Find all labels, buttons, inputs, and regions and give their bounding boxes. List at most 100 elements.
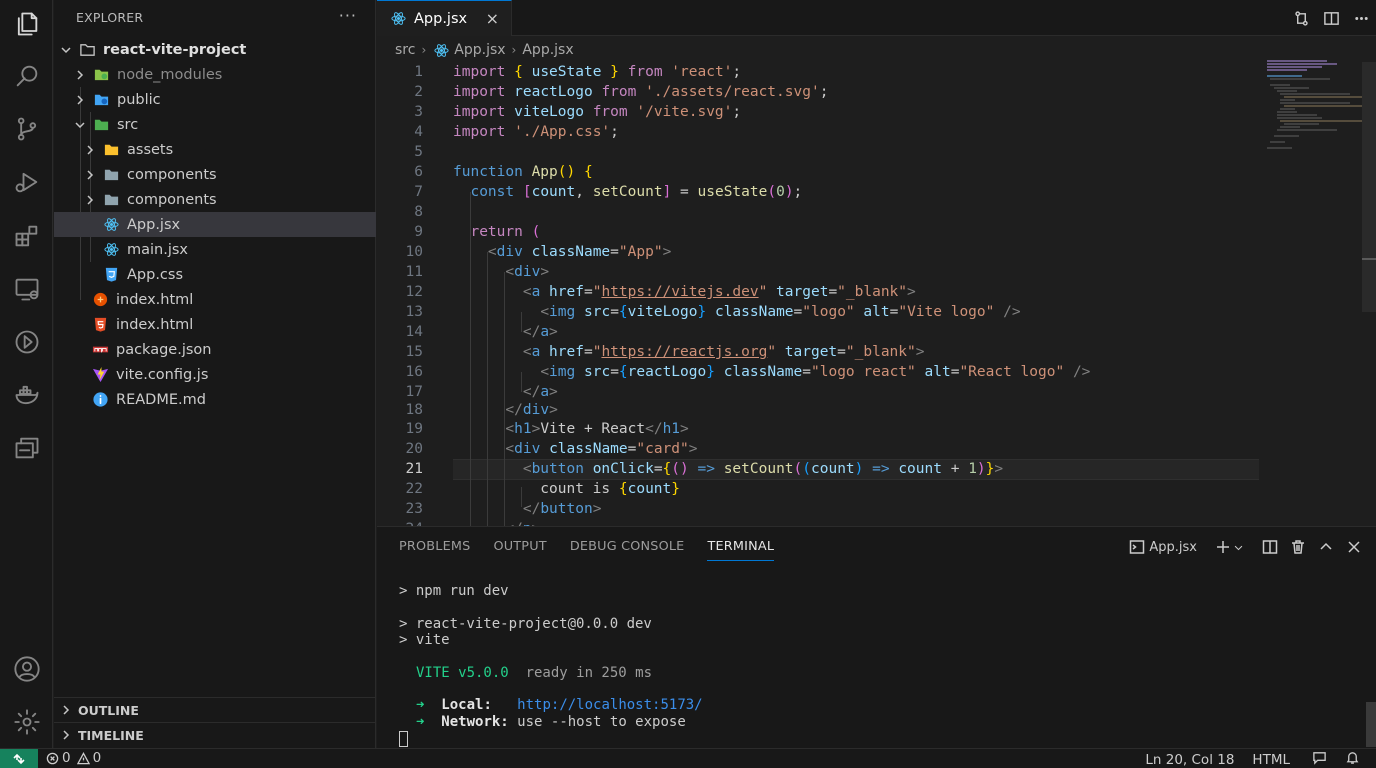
- remote-icon: [13, 753, 25, 765]
- css-icon: [102, 266, 120, 284]
- vite-version: VITE v5.0.0: [416, 665, 509, 681]
- line-number: 10: [405, 244, 423, 260]
- tab-label: App.jsx: [414, 10, 468, 27]
- tree-item-readme[interactable]: README.md: [54, 387, 376, 412]
- error-count: 0: [62, 750, 71, 766]
- split-terminal-icon[interactable]: [1262, 539, 1278, 555]
- breadcrumb-item[interactable]: App.jsx: [522, 42, 573, 58]
- chevron-down-icon[interactable]: [1233, 542, 1244, 553]
- folder-icon: [78, 41, 96, 59]
- remote-indicator[interactable]: [0, 749, 38, 768]
- editor-tab-bar: App.jsx ×: [377, 0, 1376, 36]
- chevron-up-icon[interactable]: [1318, 539, 1334, 555]
- line-number: 23: [405, 501, 423, 517]
- html5-icon: [91, 316, 109, 334]
- terminal-name[interactable]: App.jsx: [1149, 540, 1197, 555]
- editor-scrollbar[interactable]: [1362, 62, 1376, 312]
- tab-terminal[interactable]: TERMINAL: [707, 539, 775, 561]
- arrow-icon: ➜: [416, 714, 425, 730]
- tree-item-assets[interactable]: assets: [54, 137, 376, 162]
- tree-project-root[interactable]: react-vite-project: [54, 37, 376, 62]
- more-actions-icon[interactable]: ···: [339, 6, 357, 25]
- notifications-bell-icon[interactable]: [1345, 750, 1360, 768]
- terminal-cursor: [399, 730, 408, 748]
- npm-icon: [91, 341, 109, 359]
- tree-item-label: components: [127, 191, 217, 208]
- source-control-icon[interactable]: [0, 105, 53, 153]
- tree-item-label: node_modules: [117, 66, 223, 83]
- language-mode[interactable]: HTML: [1252, 752, 1290, 768]
- remote-explorer-icon[interactable]: [0, 265, 53, 313]
- chevron-right-icon: ›: [511, 43, 517, 57]
- terminal-scrollbar[interactable]: [1366, 702, 1376, 747]
- tree-item-index-html[interactable]: index.html: [54, 312, 376, 337]
- line-number: 16: [405, 364, 423, 380]
- line-number: 13: [405, 304, 423, 320]
- chevron-right-icon: [84, 144, 96, 156]
- split-editor-icon[interactable]: [1316, 10, 1346, 27]
- problems-indicator[interactable]: 0 0: [46, 750, 101, 766]
- line-number: 15: [405, 344, 423, 360]
- breadcrumb-item[interactable]: App.jsx: [454, 42, 505, 58]
- tree-item-package-json[interactable]: package.json: [54, 337, 376, 362]
- tree-item-public[interactable]: public: [54, 87, 376, 112]
- tree-item-vite-config[interactable]: vite.config.js: [54, 362, 376, 387]
- tree-item-label: README.md: [116, 391, 206, 408]
- tree-item-label: public: [117, 91, 161, 108]
- run-debug-icon[interactable]: [0, 158, 53, 206]
- chevron-right-icon: [60, 704, 72, 716]
- tree-item-label: App.css: [127, 266, 184, 283]
- tree-item-label: App.jsx: [127, 216, 181, 233]
- react-icon: [102, 216, 120, 234]
- containers-icon[interactable]: [0, 424, 53, 472]
- tab-output[interactable]: OUTPUT: [493, 539, 546, 561]
- tree-item-components[interactable]: components: [54, 162, 376, 187]
- line-number: 19: [405, 421, 423, 437]
- tree-item-components[interactable]: components: [54, 187, 376, 212]
- feedback-icon[interactable]: [1312, 750, 1327, 768]
- settings-gear-icon[interactable]: [0, 698, 53, 746]
- chevron-right-icon: [84, 169, 96, 181]
- timeline-section[interactable]: TIMELINE: [54, 722, 376, 747]
- tree-item-app-css[interactable]: App.css: [54, 262, 376, 287]
- close-icon[interactable]: ×: [486, 9, 499, 28]
- code-editor[interactable]: 1 import { useState } from 'react'; 2 impo…: [377, 62, 1367, 526]
- tree-item-index-html[interactable]: index.html: [54, 287, 376, 312]
- line-number: 11: [405, 264, 423, 280]
- open-changes-icon[interactable]: [1286, 10, 1316, 27]
- folder-icon: [102, 191, 120, 209]
- folder-icon: [102, 166, 120, 184]
- close-icon[interactable]: [1346, 539, 1362, 555]
- network-label: Network:: [441, 714, 509, 730]
- cursor-position[interactable]: Ln 20, Col 18: [1145, 752, 1234, 768]
- info-icon: [91, 391, 109, 409]
- tab-debug-console[interactable]: DEBUG CONSOLE: [570, 539, 685, 561]
- more-actions-icon[interactable]: [1346, 10, 1376, 27]
- files-icon[interactable]: [0, 0, 53, 48]
- chevron-right-icon: [84, 194, 96, 206]
- tree-item-src[interactable]: src: [54, 112, 376, 137]
- terminal-line: > npm run dev: [399, 583, 509, 599]
- local-url-link[interactable]: http://localhost:5173/: [517, 697, 702, 713]
- tree-item-app-jsx[interactable]: App.jsx: [54, 212, 376, 237]
- tab-problems[interactable]: PROBLEMS: [399, 539, 470, 561]
- extensions-icon[interactable]: [0, 212, 53, 260]
- account-icon[interactable]: [0, 645, 53, 693]
- trash-icon[interactable]: [1290, 539, 1306, 555]
- line-number: 4: [414, 124, 423, 140]
- search-icon[interactable]: [0, 52, 53, 100]
- tree-item-label: index.html: [116, 316, 194, 333]
- chevron-right-icon: [74, 94, 86, 106]
- tree-item-node-modules[interactable]: node_modules: [54, 62, 376, 87]
- docker-icon[interactable]: [0, 371, 53, 419]
- tree-item-main-jsx[interactable]: main.jsx: [54, 237, 376, 262]
- new-terminal-icon[interactable]: [1215, 539, 1231, 555]
- outline-section[interactable]: OUTLINE: [54, 697, 376, 722]
- minimap[interactable]: [1262, 58, 1369, 153]
- timeline-icon[interactable]: [0, 318, 53, 366]
- line-number: 21: [405, 461, 423, 477]
- warning-count: 0: [92, 750, 102, 766]
- error-icon: [46, 752, 59, 764]
- tab-app-jsx[interactable]: App.jsx ×: [377, 0, 512, 36]
- breadcrumb-item[interactable]: src: [395, 42, 415, 58]
